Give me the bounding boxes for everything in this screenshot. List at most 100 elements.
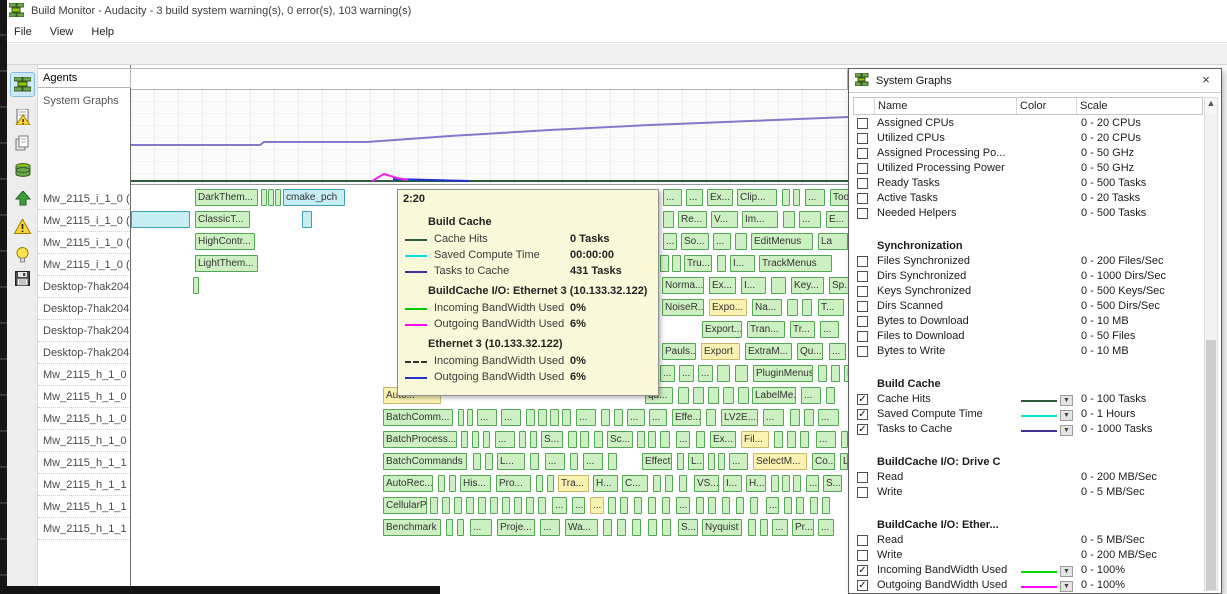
task-bar[interactable]: [793, 189, 800, 206]
task-bar[interactable]: [603, 519, 612, 536]
task-bar[interactable]: [514, 497, 522, 514]
task-bar-selectm[interactable]: SelectM...: [753, 453, 807, 470]
task-bar[interactable]: [771, 475, 779, 492]
task-bar-norma[interactable]: Norma...: [662, 277, 704, 294]
task-bar-ex[interactable]: Ex...: [709, 277, 736, 294]
task-bar[interactable]: [648, 497, 656, 514]
task-bar[interactable]: [620, 497, 628, 514]
checkbox-checked[interactable]: ✓: [857, 394, 868, 405]
task-bar[interactable]: [831, 365, 840, 382]
task-bar[interactable]: [608, 453, 617, 470]
task-bar-[interactable]: ...: [799, 211, 821, 228]
agent-row[interactable]: Mw_2115_i_1_0 (Co: [38, 210, 130, 232]
task-bar-proje[interactable]: Proje...: [497, 519, 535, 536]
task-bar[interactable]: [461, 431, 468, 448]
task-bar[interactable]: [637, 431, 645, 448]
task-bar-i[interactable]: I...: [730, 255, 755, 272]
task-bar[interactable]: [454, 497, 462, 514]
task-bar[interactable]: [526, 409, 535, 426]
task-bar[interactable]: [771, 277, 786, 294]
agent-row[interactable]: Mw_2115_h_1_1 (C: [38, 452, 130, 474]
task-bar-la[interactable]: La: [818, 233, 848, 250]
task-bar[interactable]: [735, 233, 747, 250]
document-warning-icon[interactable]: [11, 105, 34, 128]
checkbox-unchecked[interactable]: [857, 331, 868, 342]
task-bar-key[interactable]: Key...: [791, 277, 824, 294]
task-bar-[interactable]: ...: [660, 365, 675, 382]
task-bar[interactable]: [818, 365, 827, 382]
task-bar-vs[interactable]: VS...: [694, 475, 719, 492]
agent-row[interactable]: Mw_2115_i_1_0 (Co: [38, 232, 130, 254]
task-bar[interactable]: [723, 387, 734, 404]
task-bar[interactable]: [538, 497, 546, 514]
task-bar[interactable]: [804, 409, 814, 426]
checkbox-unchecked[interactable]: [857, 163, 868, 174]
menu-help[interactable]: Help: [82, 23, 123, 41]
task-bar-i[interactable]: I...: [741, 277, 766, 294]
checkbox-unchecked[interactable]: [857, 193, 868, 204]
task-bar-effe[interactable]: Effe...: [672, 409, 701, 426]
task-bar[interactable]: [472, 431, 479, 448]
checkbox-checked[interactable]: ✓: [857, 424, 868, 435]
checkbox-unchecked[interactable]: [857, 472, 868, 483]
agent-row[interactable]: Desktop-7hak204 (C: [38, 276, 130, 298]
color-dropdown-icon[interactable]: ▼: [1060, 566, 1073, 577]
database-icon[interactable]: [11, 159, 34, 182]
agent-row[interactable]: Mw_2115_h_1_1 (C: [38, 474, 130, 496]
task-bar-im[interactable]: Im...: [742, 211, 778, 228]
task-bar[interactable]: [131, 211, 190, 228]
task-bar-[interactable]: ...: [772, 519, 788, 536]
task-bar-[interactable]: ...: [829, 343, 846, 360]
task-bar-c[interactable]: C...: [622, 475, 648, 492]
task-bar[interactable]: [519, 431, 526, 448]
task-bar[interactable]: [530, 431, 537, 448]
agent-row[interactable]: Desktop-7hak204 (C: [38, 320, 130, 342]
agent-row[interactable]: Mw_2115_h_1_0 (C: [38, 430, 130, 452]
task-bar-noiser[interactable]: NoiseR...: [662, 299, 704, 316]
task-bar[interactable]: [708, 453, 715, 470]
task-bar[interactable]: [736, 497, 744, 514]
task-bar[interactable]: [570, 453, 578, 470]
task-bar[interactable]: [787, 299, 798, 316]
task-bar[interactable]: [634, 497, 642, 514]
task-bar[interactable]: [826, 387, 835, 404]
menu-file[interactable]: File: [5, 23, 41, 41]
task-bar[interactable]: [580, 431, 589, 448]
task-bar-[interactable]: ...: [676, 431, 690, 448]
task-bar[interactable]: [438, 475, 445, 492]
task-bar-sc[interactable]: Sc...: [607, 431, 633, 448]
task-bar-batchcomm[interactable]: BatchComm...: [383, 409, 453, 426]
task-bar-[interactable]: ...: [627, 409, 645, 426]
task-bar-[interactable]: ...: [820, 321, 839, 338]
task-bar[interactable]: [822, 497, 830, 514]
task-bar[interactable]: [478, 497, 486, 514]
task-bar-s[interactable]: S...: [541, 431, 563, 448]
task-bar-[interactable]: ...: [698, 365, 713, 382]
task-bar[interactable]: [750, 497, 758, 514]
task-bar-labelme[interactable]: LabelMe...: [752, 387, 796, 404]
task-bar-ex[interactable]: Ex...: [710, 431, 736, 448]
task-bar-[interactable]: ...: [663, 189, 682, 206]
task-bar[interactable]: [783, 211, 795, 228]
task-bar-cmakepch[interactable]: cmake_pch: [283, 189, 345, 206]
task-bar[interactable]: [526, 497, 534, 514]
task-bar[interactable]: [601, 409, 610, 426]
task-bar-s[interactable]: S...: [678, 519, 698, 536]
task-bar[interactable]: [708, 387, 719, 404]
agent-row[interactable]: Mw_2115_h_1_0 (C: [38, 364, 130, 386]
task-bar-sp[interactable]: Sp...: [829, 277, 850, 294]
task-bar[interactable]: [802, 299, 812, 316]
task-bar-[interactable]: ...: [729, 453, 748, 470]
task-bar[interactable]: [538, 409, 547, 426]
checkbox-unchecked[interactable]: [857, 487, 868, 498]
checkbox-unchecked[interactable]: [857, 118, 868, 129]
task-bar[interactable]: [796, 497, 804, 514]
task-bar[interactable]: [738, 387, 749, 404]
agent-row[interactable]: Mw_2115_h_1_0 (C: [38, 408, 130, 430]
task-bar-clip[interactable]: Clip...: [737, 189, 777, 206]
task-bar-export[interactable]: Export: [701, 343, 740, 360]
task-bar[interactable]: [718, 453, 725, 470]
task-bar[interactable]: [679, 475, 687, 492]
task-bar-l[interactable]: L...: [497, 453, 525, 470]
task-bar[interactable]: [660, 431, 670, 448]
